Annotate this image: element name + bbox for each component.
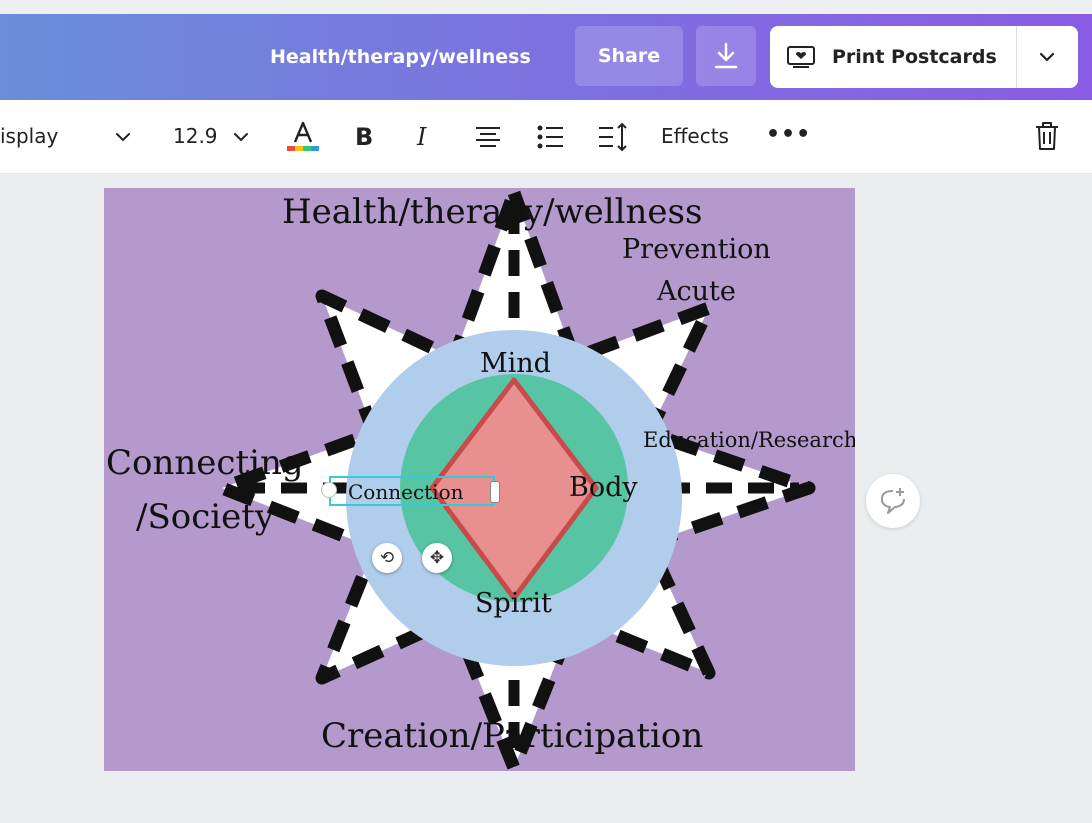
label-prevention[interactable]: Prevention [622,234,771,265]
label-mind[interactable]: Mind [480,348,551,379]
add-comment-icon [881,488,905,514]
align-center-icon[interactable] [473,120,503,154]
print-postcards-label: Print Postcards [832,46,997,68]
label-body[interactable]: Body [569,472,638,503]
rotate-icon[interactable]: ⟲ [372,543,402,573]
font-size-dropdown[interactable]: 12.9 [173,100,218,173]
design-title[interactable]: Health/therapy/wellness [270,14,531,100]
line-spacing-icon[interactable] [597,120,631,154]
chevron-down-icon[interactable] [114,130,132,144]
design-page[interactable]: Health/therapy/wellness Prevention Acute… [104,188,855,771]
move-icon[interactable]: ✥ [422,543,452,573]
chevron-down-icon[interactable] [1038,50,1056,64]
label-education-research[interactable]: Education/Research [643,428,855,452]
label-acute[interactable]: Acute [657,276,736,307]
svg-text:I: I [416,123,427,151]
svg-text:B: B [355,123,373,151]
share-button[interactable]: Share [575,26,683,86]
label-connecting[interactable]: Connecting [106,443,304,483]
label-connection-editing[interactable]: Connection [348,480,464,504]
effects-button[interactable]: Effects [661,100,729,173]
bold-icon[interactable]: B [353,120,379,154]
print-postcards-button[interactable]: Print Postcards [770,26,1078,88]
selection-handle-right[interactable] [490,481,500,503]
postcard-icon [787,46,815,68]
font-family-dropdown[interactable]: isplay [0,100,58,173]
print-divider [1016,26,1017,88]
chevron-down-icon[interactable] [232,130,250,144]
bullet-list-icon[interactable] [536,120,566,154]
add-comment-button[interactable] [866,474,920,528]
label-society[interactable]: /Society [136,497,274,537]
label-spirit[interactable]: Spirit [475,588,552,619]
download-button[interactable] [696,26,756,86]
text-color-icon[interactable] [285,120,321,154]
label-creation-participation[interactable]: Creation/Participation [321,716,703,756]
editor-header: Health/therapy/wellness Share Print Post… [0,14,1092,100]
italic-icon[interactable]: I [414,120,440,154]
download-icon [714,42,738,69]
more-options-button[interactable]: ••• [766,100,811,170]
trash-icon[interactable] [1033,120,1061,152]
browser-strip [0,0,1092,14]
text-toolbar: isplay 12.9 B I Effects ••• [0,100,1092,174]
selection-handle-left[interactable] [321,482,337,498]
canvas-area: Health/therapy/wellness Prevention Acute… [0,174,1092,823]
design-heading[interactable]: Health/therapy/wellness [282,192,702,232]
